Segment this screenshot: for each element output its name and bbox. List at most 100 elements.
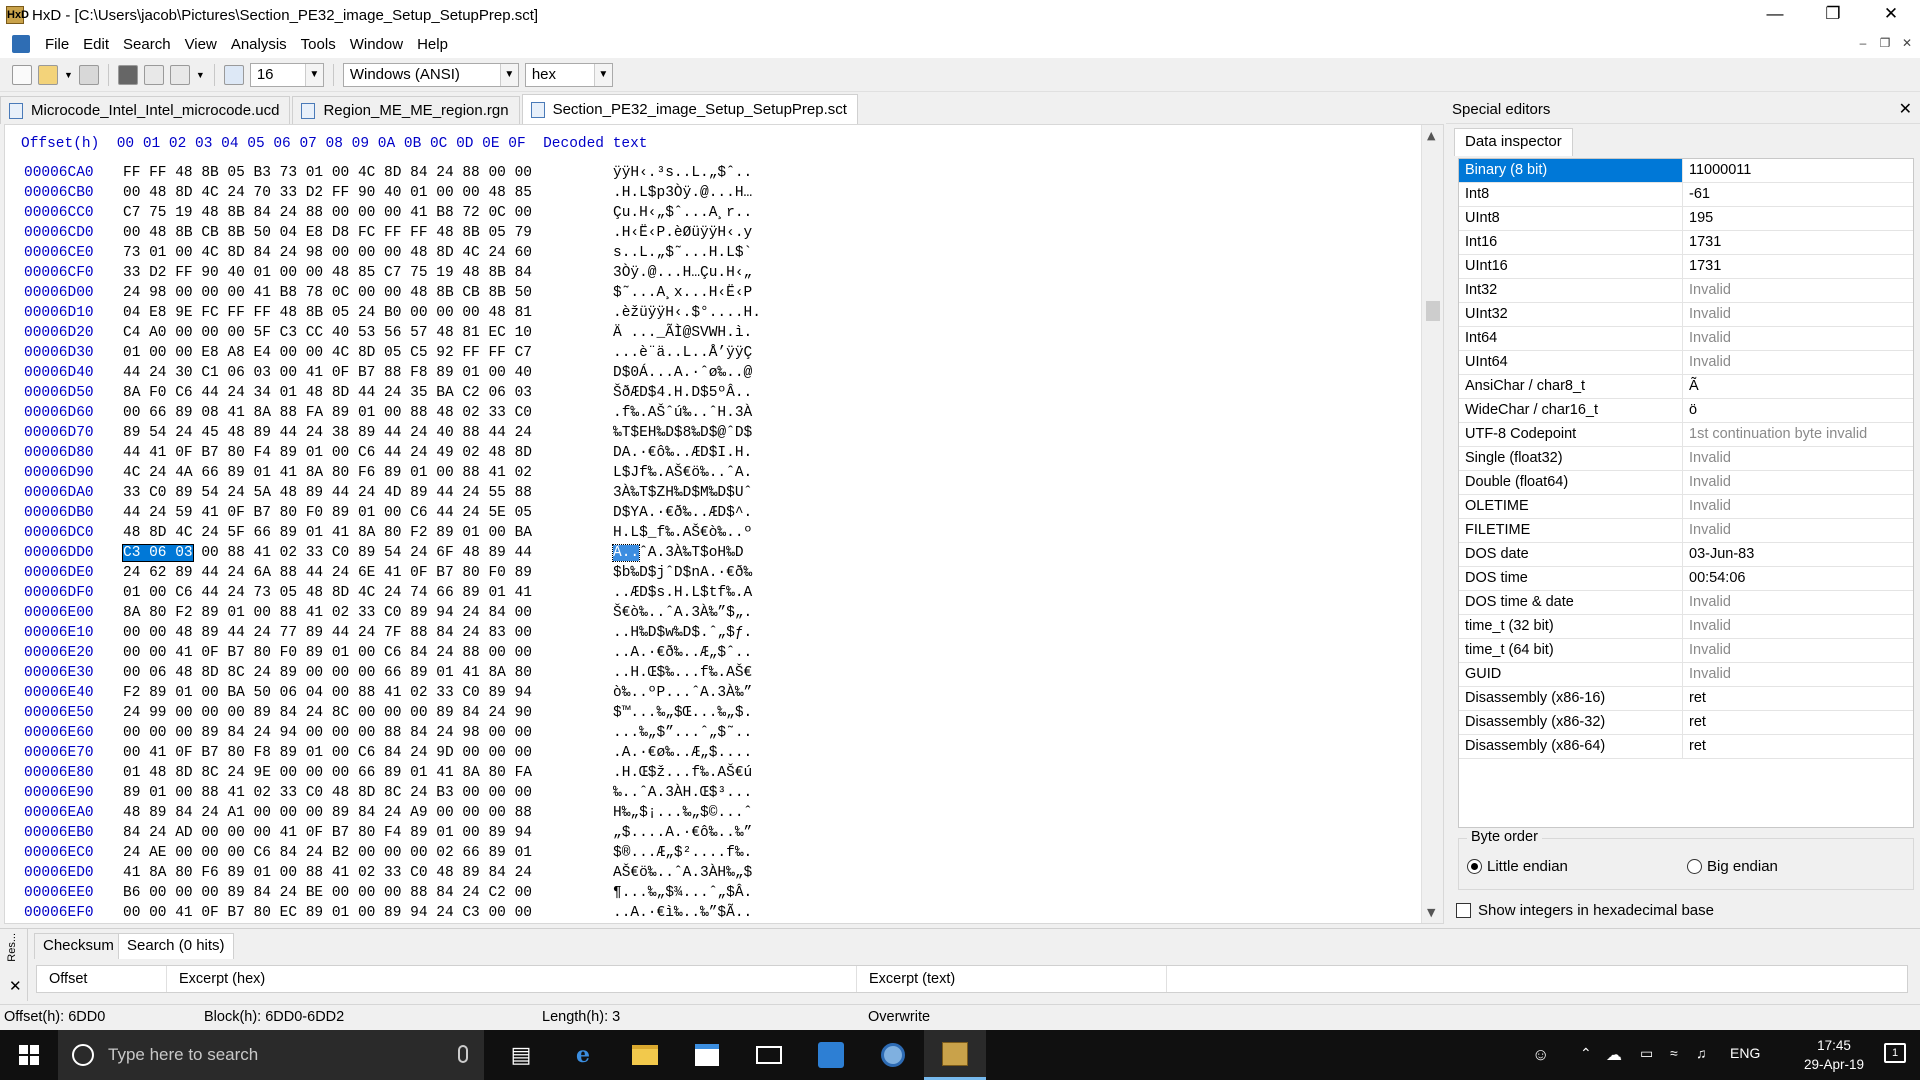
inspector-value[interactable]: 11000011	[1683, 159, 1913, 182]
row-decoded-text[interactable]: AŠ€ö‰..ˆA.3ÀH‰„$	[613, 863, 752, 883]
open-file-icon[interactable]	[38, 64, 58, 85]
row-hex-bytes[interactable]: 00 00 41 0F B7 80 EC 89 01 00 89 94 24 C…	[123, 903, 532, 923]
row-decoded-text[interactable]: .H.Œ$ž...f‰.AŠ€ú	[613, 763, 752, 783]
row-hex-bytes[interactable]: 01 00 C6 44 24 73 05 48 8D 4C 24 74 66 8…	[123, 583, 532, 603]
new-file-icon[interactable]	[12, 64, 32, 85]
inspector-value[interactable]: Invalid	[1683, 471, 1913, 494]
inspector-row[interactable]: OLETIME Invalid	[1459, 495, 1913, 519]
inspector-row[interactable]: DOS time 00:54:06	[1459, 567, 1913, 591]
edge-browser-icon[interactable]: e	[552, 1030, 614, 1080]
row-decoded-text[interactable]: $®...Æ„$²....f‰.	[613, 843, 752, 863]
row-decoded-text[interactable]: ..A.·€ì‰..‰”$Ã..	[613, 903, 752, 923]
taskbar-search[interactable]: Type here to search	[58, 1030, 484, 1080]
tab-microcode[interactable]: Microcode_Intel_Intel_microcode.ucd	[0, 96, 291, 124]
inspector-row[interactable]: DOS time & date Invalid	[1459, 591, 1913, 615]
inspector-value[interactable]: ret	[1683, 711, 1913, 734]
row-hex-bytes[interactable]: 44 24 30 C1 06 03 00 41 0F B7 88 F8 89 0…	[123, 363, 532, 383]
row-hex-bytes[interactable]: C4 A0 00 00 00 5F C3 CC 40 53 56 57 48 8…	[123, 323, 532, 343]
close-file-icon[interactable]	[117, 64, 138, 85]
row-hex-bytes[interactable]: 41 8A 80 F6 89 01 00 88 41 02 33 C0 48 8…	[123, 863, 532, 883]
inspector-row[interactable]: Disassembly (x86-32) ret	[1459, 711, 1913, 735]
inspector-value[interactable]: ö	[1683, 399, 1913, 422]
task-view-icon[interactable]: ▤	[490, 1030, 552, 1080]
row-hex-bytes[interactable]: 00 00 41 0F B7 80 F0 89 01 00 C6 84 24 8…	[123, 643, 532, 663]
row-decoded-text[interactable]: 3À‰T$ZH‰D$M‰D$Uˆ	[613, 483, 752, 503]
row-hex-bytes[interactable]: 01 00 00 E8 A8 E4 00 00 4C 8D 05 C5 92 F…	[123, 343, 532, 363]
inspector-value[interactable]: Invalid	[1683, 663, 1913, 686]
inspector-row[interactable]: Single (float32) Invalid	[1459, 447, 1913, 471]
row-decoded-text[interactable]: Ä ..._ÃÌ@SVWH.ì.	[613, 323, 752, 343]
status-mode[interactable]: Overwrite	[868, 1009, 930, 1025]
volume-icon[interactable]: ♫	[1696, 1045, 1707, 1061]
row-decoded-text[interactable]: ...è¨ä..L..Å’ÿÿÇ	[613, 343, 752, 363]
row-hex-bytes[interactable]: FF FF 48 8B 05 B3 73 01 00 4C 8D 84 24 8…	[123, 163, 532, 183]
minimize-button[interactable]: —	[1746, 0, 1804, 30]
row-decoded-text[interactable]: s..L.„$˜...H.L$`	[613, 243, 752, 263]
inspector-value[interactable]: Invalid	[1683, 351, 1913, 374]
row-decoded-text[interactable]: ..H‰D$w‰D$.ˆ„$ƒ.	[613, 623, 752, 643]
row-hex-bytes[interactable]: 33 C0 89 54 24 5A 48 89 44 24 4D 89 44 2…	[123, 483, 532, 503]
row-hex-bytes[interactable]: 84 24 AD 00 00 00 41 0F B7 80 F4 89 01 0…	[123, 823, 532, 843]
inspector-value[interactable]: 03-Jun-83	[1683, 543, 1913, 566]
row-hex-bytes[interactable]: 24 98 00 00 00 41 B8 78 0C 00 00 48 8B C…	[123, 283, 532, 303]
show-hidden-icons[interactable]: ⌃	[1580, 1045, 1592, 1062]
row-hex-bytes[interactable]: 24 AE 00 00 00 C6 84 24 B2 00 00 00 02 6…	[123, 843, 532, 863]
inspector-row[interactable]: time_t (32 bit) Invalid	[1459, 615, 1913, 639]
open-dropdown-icon[interactable]: ▼	[64, 70, 73, 80]
mdi-restore-button[interactable]: ❐	[1876, 36, 1894, 52]
menu-analysis[interactable]: Analysis	[224, 36, 294, 53]
row-decoded-text[interactable]: ¶...‰„$¾...ˆ„$Â.	[613, 883, 752, 903]
row-hex-bytes[interactable]: 24 99 00 00 00 89 84 24 8C 00 00 00 89 8…	[123, 703, 532, 723]
row-hex-bytes[interactable]: C3 06 03 00 88 41 02 33 C0 89 54 24 6F 4…	[122, 543, 532, 563]
menu-tools[interactable]: Tools	[294, 36, 343, 53]
row-hex-bytes[interactable]: 01 48 8D 8C 24 9E 00 00 00 66 89 01 41 8…	[123, 763, 532, 783]
inspector-value[interactable]: Invalid	[1683, 519, 1913, 542]
inspector-value[interactable]: Invalid	[1683, 591, 1913, 614]
inspector-value[interactable]: ret	[1683, 687, 1913, 710]
row-hex-bytes[interactable]: F2 89 01 00 BA 50 06 04 00 88 41 02 33 C…	[123, 683, 532, 703]
inspector-value[interactable]: ret	[1683, 735, 1913, 758]
tab-region-me[interactable]: Region_ME_ME_region.rgn	[292, 96, 520, 124]
row-decoded-text[interactable]: .èžüÿÿH‹.$°....H.	[613, 303, 761, 323]
inspector-value[interactable]: Invalid	[1683, 279, 1913, 302]
menu-search[interactable]: Search	[116, 36, 178, 53]
scroll-up-icon[interactable]: ▲	[1427, 129, 1435, 142]
tab-data-inspector[interactable]: Data inspector	[1454, 128, 1573, 156]
wifi-icon[interactable]: ≈	[1670, 1045, 1678, 1061]
row-decoded-text[interactable]: Ã..ˆA.3À‰T$oH‰D	[611, 543, 744, 563]
row-hex-bytes[interactable]: 89 54 24 45 48 89 44 24 38 89 44 24 40 8…	[123, 423, 532, 443]
menu-view[interactable]: View	[178, 36, 224, 53]
inspector-row[interactable]: Disassembly (x86-64) ret	[1459, 735, 1913, 759]
inspector-row[interactable]: UInt32 Invalid	[1459, 303, 1913, 327]
row-hex-bytes[interactable]: 73 01 00 4C 8D 84 24 98 00 00 00 48 8D 4…	[123, 243, 532, 263]
menu-edit[interactable]: Edit	[76, 36, 116, 53]
app-icon-gear[interactable]	[862, 1030, 924, 1080]
row-decoded-text[interactable]: ..H.Œ$‰...f‰.AŠ€	[613, 663, 752, 683]
clock[interactable]: 17:45 29-Apr-19	[1804, 1036, 1864, 1074]
charset-select[interactable]: Windows (ANSI) ▼	[342, 62, 519, 87]
inspector-row[interactable]: UInt64 Invalid	[1459, 351, 1913, 375]
row-hex-bytes[interactable]: 8A F0 C6 44 24 34 01 48 8D 44 24 35 BA C…	[123, 383, 532, 403]
row-decoded-text[interactable]: D$0Á...A.·ˆø‰..@	[613, 363, 752, 383]
vertical-scrollbar[interactable]: ▲ ▼	[1421, 125, 1443, 923]
row-decoded-text[interactable]: ŠðÆD$4.H.D$5ºÂ..	[613, 383, 752, 403]
base-select[interactable]: hex ▼	[524, 62, 613, 87]
tab-section-pe32[interactable]: Section_PE32_image_Setup_SetupPrep.sct	[521, 94, 858, 124]
app-icon-blue[interactable]	[800, 1030, 862, 1080]
inspector-value[interactable]: Invalid	[1683, 495, 1913, 518]
row-decoded-text[interactable]: ò‰..ºP...ˆA.3À‰”	[613, 683, 752, 703]
inspector-value[interactable]: 195	[1683, 207, 1913, 230]
scroll-thumb[interactable]	[1426, 301, 1440, 321]
row-decoded-text[interactable]: Š€ò‰..ˆA.3À‰”$„.	[613, 603, 752, 623]
col-excerpt-hex[interactable]: Excerpt (hex)	[167, 966, 857, 992]
inspector-row[interactable]: FILETIME Invalid	[1459, 519, 1913, 543]
big-endian-radio[interactable]: Big endian	[1687, 858, 1778, 875]
menu-window[interactable]: Window	[343, 36, 410, 53]
mdi-close-button[interactable]: ✕	[1898, 36, 1916, 52]
inspector-row[interactable]: UInt8 195	[1459, 207, 1913, 231]
document-icon[interactable]	[12, 35, 30, 53]
menu-file[interactable]: File	[38, 36, 76, 53]
row-decoded-text[interactable]: ÿÿH‹.³s..L.„$ˆ..	[613, 163, 752, 183]
row-hex-bytes[interactable]: B6 00 00 00 89 84 24 BE 00 00 00 88 84 2…	[123, 883, 532, 903]
onedrive-icon[interactable]: ☁	[1606, 1045, 1622, 1065]
